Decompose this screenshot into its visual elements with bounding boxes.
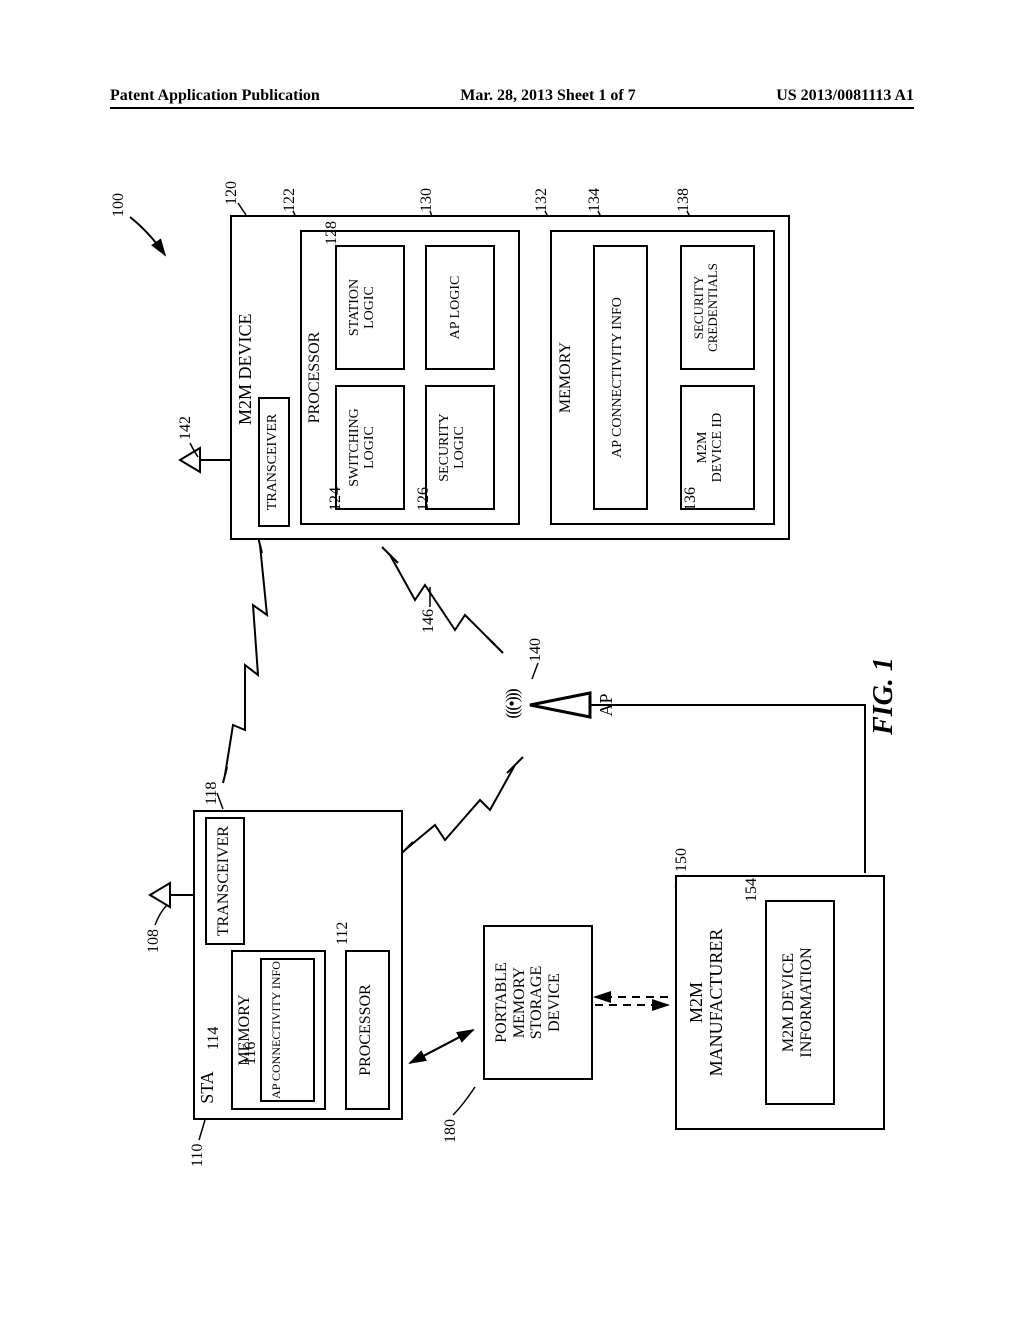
ref-112: 112 xyxy=(334,922,352,945)
sta-label: STA xyxy=(198,1065,218,1110)
page-header: Patent Application Publication Mar. 28, … xyxy=(110,87,914,109)
m2m-transceiver-label: TRANSCEIVER xyxy=(265,399,280,525)
ref-150: 150 xyxy=(673,848,691,872)
m2m-memory-label: MEMORY xyxy=(557,230,575,525)
ref-132: 132 xyxy=(533,188,551,212)
m2m-processor-label: PROCESSOR xyxy=(306,230,324,525)
ref-134: 134 xyxy=(586,188,604,212)
ref-114: 114 xyxy=(205,1027,223,1050)
ref-124: 124 xyxy=(327,487,345,511)
ref-118: 118 xyxy=(203,782,221,805)
sta-processor-label: PROCESSOR xyxy=(357,950,375,1110)
ref-110: 110 xyxy=(189,1144,207,1167)
m2m-apconn-label: AP CONNECTIVITY INFO xyxy=(610,247,625,508)
ref-100: 100 xyxy=(110,193,128,217)
ref-120: 120 xyxy=(223,181,241,205)
switching-logic-label: SWITCHING LOGIC xyxy=(347,387,378,508)
ref-154: 154 xyxy=(743,878,761,902)
security-credentials-label: SECURITY CREDENTIALS xyxy=(692,247,721,368)
ref-146: 146 xyxy=(420,609,438,633)
figure-label: FIG. 1 xyxy=(868,657,900,735)
portable-storage-label: PORTABLE MEMORY STORAGE DEVICE xyxy=(493,927,563,1078)
ref-128: 128 xyxy=(323,221,341,245)
security-logic-label: SECURITY LOGIC xyxy=(437,387,468,508)
m2m-manufacturer-label: M2M MANUFACTURER xyxy=(687,875,727,1130)
sta-apconn-label: AP CONNECTIVITY INFO xyxy=(270,960,283,1100)
ref-142: 142 xyxy=(177,416,195,440)
ref-126: 126 xyxy=(415,487,433,511)
ref-130: 130 xyxy=(418,188,436,212)
m2m-device-label: M2M DEVICE xyxy=(236,285,256,425)
ref-180: 180 xyxy=(442,1119,460,1143)
ref-140: 140 xyxy=(527,638,545,662)
diagram: STA TRANSCEIVER MEMORY AP CONNECTIVITY I… xyxy=(0,270,1024,1100)
header-left: Patent Application Publication xyxy=(110,87,320,105)
m2m-device-info-label: M2M DEVICE INFORMATION xyxy=(780,900,815,1105)
sta-memory-label: MEMORY xyxy=(236,950,254,1110)
ref-136: 136 xyxy=(682,487,700,511)
ref-138: 138 xyxy=(675,188,693,212)
ap-logic-label: AP LOGIC xyxy=(448,247,463,368)
header-right: US 2013/0081113 A1 xyxy=(776,87,914,105)
sta-transceiver-label: TRANSCEIVER xyxy=(215,819,233,943)
station-logic-label: STATION LOGIC xyxy=(347,247,378,368)
ref-108: 108 xyxy=(145,929,163,953)
header-center: Mar. 28, 2013 Sheet 1 of 7 xyxy=(460,87,635,105)
ap-radio-icon: (((•))) xyxy=(503,682,523,727)
ref-116: 116 xyxy=(242,1042,260,1065)
ref-122: 122 xyxy=(281,188,299,212)
ap-label: AP xyxy=(597,685,617,725)
